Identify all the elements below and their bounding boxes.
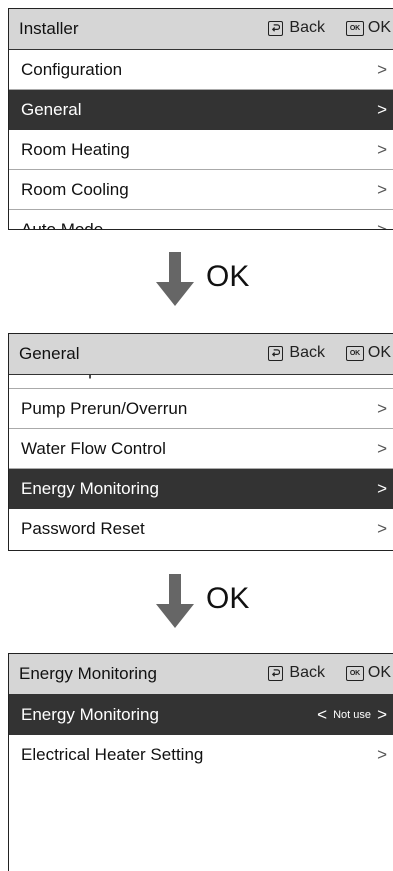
ok-button[interactable]: OK OK bbox=[345, 664, 391, 682]
value-selector[interactable]: < Not use > bbox=[317, 695, 387, 735]
menu-item-general[interactable]: General > bbox=[9, 90, 393, 130]
ok-button[interactable]: OK OK bbox=[345, 19, 391, 37]
back-button[interactable]: Back bbox=[268, 664, 325, 682]
ok-key-icon: OK bbox=[345, 665, 364, 681]
menu-item-room-heating[interactable]: Room Heating > bbox=[9, 130, 393, 170]
menu-item-electrical-heater-setting[interactable]: Electrical Heater Setting > bbox=[9, 735, 393, 775]
menu-item-forced-operation[interactable]: Forced operation > bbox=[9, 375, 393, 389]
menu-item-pump-prerun-overrun[interactable]: Pump Prerun/Overrun > bbox=[9, 389, 393, 429]
screen-header: General Back OK OK bbox=[9, 334, 393, 375]
menu-item-label: Configuration bbox=[21, 60, 123, 79]
back-label: Back bbox=[289, 344, 325, 361]
chevron-right-icon: > bbox=[377, 60, 387, 79]
transition-label: OK bbox=[206, 260, 250, 293]
menu-item-room-cooling[interactable]: Room Cooling > bbox=[9, 170, 393, 210]
ok-key-icon: OK bbox=[345, 345, 364, 361]
chevron-right-icon: > bbox=[377, 375, 387, 388]
chevron-left-icon[interactable]: < bbox=[317, 705, 327, 724]
menu-item-label: Auto Mode bbox=[21, 220, 104, 230]
menu-item-label: Pump Prerun/Overrun bbox=[21, 399, 188, 418]
menu-list: Configuration > General > Room Heating >… bbox=[9, 50, 393, 230]
menu-item-label: Energy Monitoring bbox=[21, 705, 159, 724]
menu-item-water-flow-control[interactable]: Water Flow Control > bbox=[9, 429, 393, 469]
ok-key-icon: OK bbox=[345, 20, 364, 36]
menu-item-label: Water Flow Control bbox=[21, 439, 166, 458]
back-button[interactable]: Back bbox=[268, 19, 325, 37]
menu-item-energy-monitoring-setting[interactable]: Energy Monitoring < Not use > bbox=[9, 695, 393, 735]
menu-item-label: General bbox=[21, 100, 82, 119]
chevron-right-icon: > bbox=[377, 745, 387, 764]
screen-title: Energy Monitoring bbox=[19, 664, 157, 683]
back-button[interactable]: Back bbox=[268, 344, 325, 362]
back-label: Back bbox=[289, 19, 325, 36]
transition-label: OK bbox=[206, 582, 250, 615]
chevron-right-icon: > bbox=[377, 519, 387, 538]
energy-monitoring-screen: Energy Monitoring Back OK OK Energy Moni… bbox=[8, 653, 393, 871]
menu-item-energy-monitoring[interactable]: Energy Monitoring > bbox=[9, 469, 393, 509]
chevron-right-icon: > bbox=[377, 180, 387, 199]
ok-label: OK bbox=[367, 19, 391, 36]
setting-value: Not use bbox=[333, 709, 371, 722]
menu-item-label: Password Reset bbox=[21, 519, 145, 538]
transition-ok-1: OK bbox=[150, 252, 280, 312]
menu-item-configuration[interactable]: Configuration > bbox=[9, 50, 393, 90]
menu-item-password-reset[interactable]: Password Reset > bbox=[9, 509, 393, 549]
installer-screen: Installer Back OK OK Configuration > Gen… bbox=[8, 8, 393, 230]
transition-ok-2: OK bbox=[150, 574, 280, 634]
menu-item-auto-mode[interactable]: Auto Mode > bbox=[9, 210, 393, 230]
ok-button[interactable]: OK OK bbox=[345, 344, 391, 362]
back-icon bbox=[268, 345, 284, 361]
menu-item-label: Energy Monitoring bbox=[21, 479, 159, 498]
back-label: Back bbox=[289, 664, 325, 681]
chevron-right-icon: > bbox=[377, 220, 387, 230]
chevron-right-icon: > bbox=[377, 399, 387, 418]
back-icon bbox=[268, 20, 284, 36]
back-icon bbox=[268, 665, 284, 681]
screen-header: Installer Back OK OK bbox=[9, 9, 393, 50]
chevron-right-icon: > bbox=[377, 479, 387, 498]
ok-label: OK bbox=[367, 664, 391, 681]
chevron-right-icon: > bbox=[377, 100, 387, 119]
menu-item-label: Electrical Heater Setting bbox=[21, 745, 204, 764]
menu-item-label: Room Cooling bbox=[21, 180, 129, 199]
menu-item-label: Room Heating bbox=[21, 140, 130, 159]
menu-list: Forced operation > Pump Prerun/Overrun >… bbox=[9, 375, 393, 549]
chevron-right-icon[interactable]: > bbox=[377, 705, 387, 724]
screen-title: Installer bbox=[19, 19, 79, 38]
menu-item-label: Forced operation bbox=[21, 375, 150, 388]
chevron-right-icon: > bbox=[377, 439, 387, 458]
ok-label: OK bbox=[367, 344, 391, 361]
screen-title: General bbox=[19, 344, 80, 363]
menu-list: Energy Monitoring < Not use > Electrical… bbox=[9, 695, 393, 775]
chevron-right-icon: > bbox=[377, 140, 387, 159]
general-screen: General Back OK OK Forced operation > Pu… bbox=[8, 333, 393, 551]
screen-header: Energy Monitoring Back OK OK bbox=[9, 654, 393, 695]
